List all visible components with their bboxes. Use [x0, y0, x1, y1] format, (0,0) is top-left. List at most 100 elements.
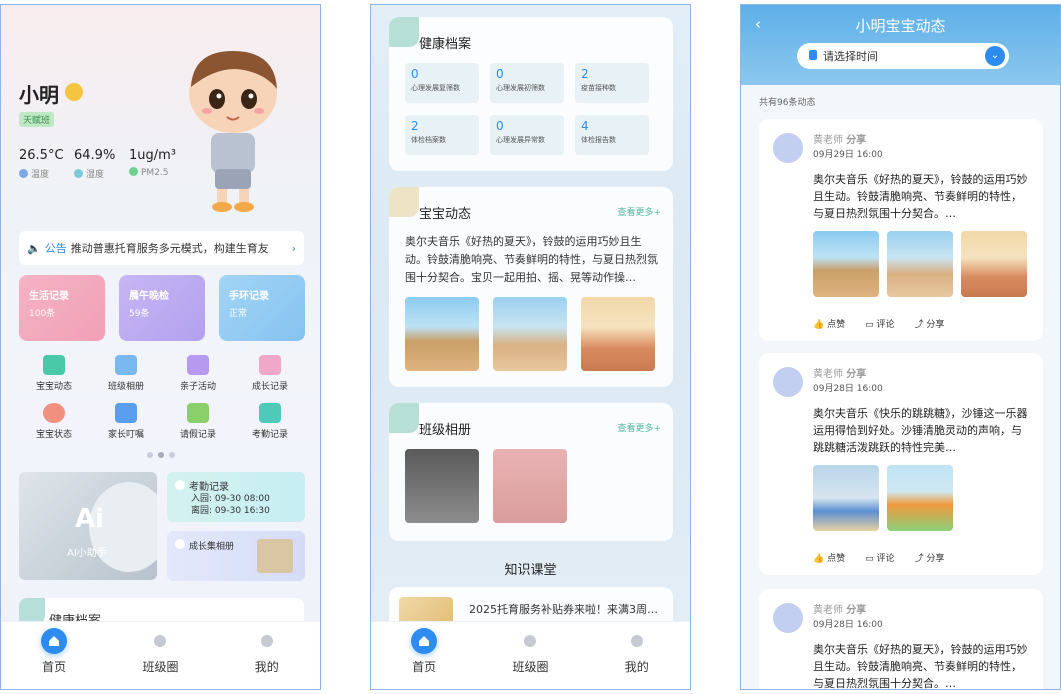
grid-item-parent-activity[interactable]: 亲子活动: [163, 355, 233, 392]
bottom-nav: 首页 班级圈 我的: [371, 621, 690, 689]
thermometer-icon: [19, 169, 28, 178]
health-stat[interactable]: 2 体检档案数: [405, 115, 479, 155]
folder-icon: [389, 17, 419, 47]
people-icon: [187, 355, 209, 375]
announcement-bar[interactable]: 🔈 公告 推动普惠托育服务多元模式，构建生育友 ›: [19, 231, 304, 265]
teacher-avatar: [773, 367, 803, 397]
growth-album-card[interactable]: 成长集相册: [167, 531, 305, 581]
health-record-section: 健康档案 0 心理发展复筛数 0 心理发展初筛数 2 疫苗接种数 2 体检档案数 0 心理…: [389, 17, 673, 171]
post-photo[interactable]: [887, 465, 953, 531]
album-more-link[interactable]: 查看更多+: [617, 421, 661, 434]
post-author: 黄老师 分享: [813, 369, 867, 380]
grid-item-class-album[interactable]: 班级相册: [91, 355, 161, 392]
pm25-readout: 1ug/m³ PM2.5: [129, 148, 177, 178]
post-author: 黄老师 分享: [813, 605, 867, 616]
user-icon: [254, 628, 280, 654]
album-title: 班级相册: [419, 423, 472, 438]
knowledge-item-title: 2025托育服务补贴券来啦！来满3周…: [469, 603, 658, 616]
health-stat[interactable]: 0 心理发展异常数: [490, 115, 564, 155]
grid-item-parent-notes[interactable]: 家长叮嘱: [91, 403, 161, 440]
feed-post: 黄老师 分享 09月28日 16:00 奥尔夫音乐《快乐的跳跳糖》，沙锤这一乐器…: [759, 353, 1043, 575]
feed-count: 共有96条动态: [759, 98, 816, 108]
announcement-text: 推动普惠托育服务多元模式，构建生育友: [70, 242, 269, 255]
post-actions: 👍 点赞 ▭ 评论 ⤴ 分享: [813, 551, 944, 564]
grid-item-growth-records[interactable]: 成长记录: [235, 355, 305, 392]
album-icon: [175, 539, 185, 549]
class-badge: 天赋班: [19, 112, 55, 127]
album-photo[interactable]: [405, 449, 479, 523]
nav-class-circle[interactable]: 班级圈: [120, 628, 200, 675]
health-section-title: 健康档案: [419, 37, 472, 52]
nav-home[interactable]: 首页: [384, 628, 464, 675]
dynamics-photo[interactable]: [405, 297, 479, 371]
post-text: 奥尔夫音乐《快乐的跳跳糖》，沙锤这一乐器运用得恰到好处。沙锤清脆灵动的声响，与跳…: [813, 407, 1028, 454]
ai-label: AI小助手: [67, 548, 107, 559]
nav-class-circle[interactable]: 班级圈: [490, 628, 570, 675]
post-author: 黄老师 分享: [813, 135, 867, 146]
share-button[interactable]: ⤴ 分享: [914, 317, 944, 330]
home-screen: 小明 天赋班 26.5°C 温度 64.9% 湿度 1ug/m³ PM2.5 🔈…: [0, 4, 321, 690]
post-photo[interactable]: [961, 231, 1027, 297]
check-in-time: 入园: 09-30 08:00: [191, 494, 270, 504]
date-select[interactable]: 请选择时间 ⌄: [797, 43, 1009, 69]
post-date: 09月28日 16:00: [813, 620, 883, 630]
bottom-nav: 首页 班级圈 我的: [1, 621, 320, 689]
dynamics-photo[interactable]: [493, 297, 567, 371]
teacher-avatar: [773, 603, 803, 633]
photo-icon: [389, 403, 419, 433]
health-stat[interactable]: 2 疫苗接种数: [575, 63, 649, 103]
smile-icon: [65, 83, 83, 101]
temperature-readout: 26.5°C 温度: [19, 148, 64, 180]
post-text: 奥尔夫音乐《好热的夏天》，铃鼓的运用巧妙且生动。铃鼓清脆响亮、节奏鲜明的特性，与…: [813, 173, 1028, 220]
grid-item-baby-dynamics[interactable]: 宝宝动态: [19, 355, 89, 392]
like-button[interactable]: 👍 点赞: [813, 317, 845, 330]
attendance-title: 考勤记录: [175, 480, 229, 493]
check-out-time: 离园: 09-30 16:30: [191, 506, 270, 516]
nav-mine[interactable]: 我的: [227, 628, 307, 675]
knowledge-title: 知识课堂: [504, 563, 557, 578]
health-stat[interactable]: 4 体检报告数: [575, 115, 649, 155]
dynamics-text: 奥尔夫音乐《好热的夏天》，铃鼓的运用巧妙且生动。铃鼓清脆响亮、节奏鲜明的特性，与…: [405, 235, 658, 284]
dynamics-more-link[interactable]: 查看更多+: [617, 205, 661, 218]
calendar-check-icon: [259, 403, 281, 423]
feed-header: ‹ 小明宝宝动态 请选择时间 ⌄: [741, 5, 1060, 85]
tile-health-check[interactable]: 晨午晚检 59条: [119, 275, 205, 341]
post-photo[interactable]: [887, 231, 953, 297]
like-button[interactable]: 👍 点赞: [813, 551, 845, 564]
share-button[interactable]: ⤴ 分享: [914, 551, 944, 564]
tile-wristband[interactable]: 手环记录 正常: [219, 275, 305, 341]
dynamics-photo[interactable]: [581, 297, 655, 371]
tile-life-records[interactable]: 生活记录 100条: [19, 275, 105, 341]
nav-mine[interactable]: 我的: [597, 628, 677, 675]
class-album-section: 班级相册 查看更多+: [389, 403, 673, 541]
book-icon: [259, 355, 281, 375]
circle-icon: [147, 628, 173, 654]
face-icon: [43, 403, 65, 423]
dynamics-title: 宝宝动态: [419, 207, 472, 222]
ai-assistant-card[interactable]: Ai AI小助手: [19, 472, 157, 580]
health-stat[interactable]: 0 心理发展复筛数: [405, 63, 479, 103]
album-photo[interactable]: [493, 449, 567, 523]
bell-icon: [115, 403, 137, 423]
post-photo[interactable]: [813, 231, 879, 297]
post-date: 09月28日 16:00: [813, 384, 883, 394]
post-photo[interactable]: [813, 465, 879, 531]
grid-item-attendance[interactable]: 考勤记录: [235, 403, 305, 440]
nav-home[interactable]: 首页: [14, 628, 94, 675]
chevron-down-icon: ⌄: [985, 46, 1005, 66]
health-stat[interactable]: 0 心理发展初筛数: [490, 63, 564, 103]
user-icon: [624, 628, 650, 654]
leaf-icon: [129, 167, 138, 176]
comment-button[interactable]: ▭ 评论: [865, 317, 894, 330]
grid-item-baby-status[interactable]: 宝宝状态: [19, 403, 89, 440]
person-icon: [187, 403, 209, 423]
baby-dynamics-section: 宝宝动态 查看更多+ 奥尔夫音乐《好热的夏天》，铃鼓的运用巧妙且生动。铃鼓清脆响…: [389, 187, 673, 387]
speaker-icon: 🔈: [27, 241, 41, 255]
page-dots: [147, 452, 175, 458]
detail-screen: 健康档案 0 心理发展复筛数 0 心理发展初筛数 2 疫苗接种数 2 体检档案数 0 心理…: [370, 4, 691, 690]
feed-post: 黄老师 分享 09月28日 16:00 奥尔夫音乐《好热的夏天》，铃鼓的运用巧妙…: [759, 589, 1043, 689]
attendance-card[interactable]: 考勤记录 入园: 09-30 08:00 离园: 09-30 16:30: [167, 472, 305, 522]
grid-item-leave-records[interactable]: 请假记录: [163, 403, 233, 440]
comment-button[interactable]: ▭ 评论: [865, 551, 894, 564]
teacher-avatar: [773, 133, 803, 163]
